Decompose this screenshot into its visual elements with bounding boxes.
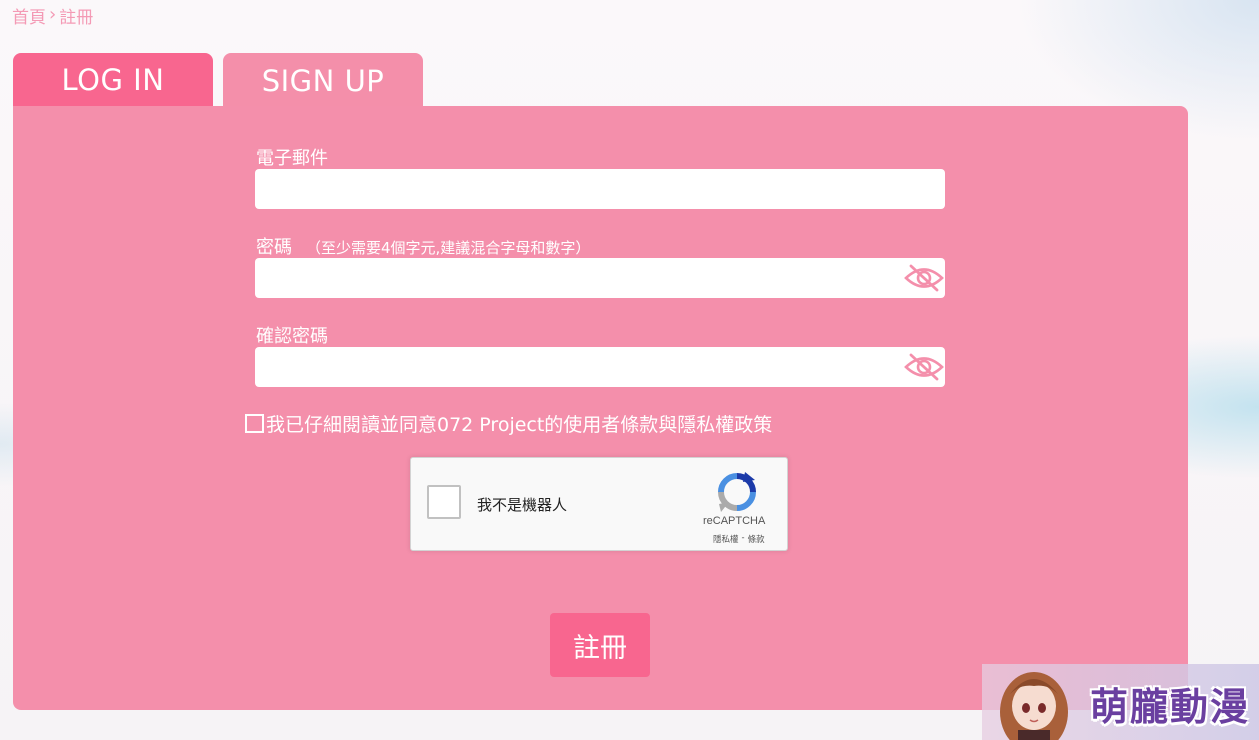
recaptcha-privacy-link[interactable]: 隱私權 bbox=[713, 533, 739, 545]
chevron-right-icon: › bbox=[49, 4, 57, 25]
recaptcha-brand: reCAPTCHA bbox=[703, 515, 766, 527]
register-button[interactable]: 註冊 bbox=[550, 613, 650, 677]
eye-slash-icon[interactable] bbox=[903, 351, 945, 383]
password-field-wrapper bbox=[255, 258, 945, 298]
terms-agreement-text: 我已仔細閱讀並同意072 Project的使用者條款與隱私權政策 bbox=[266, 413, 773, 436]
terms-checkbox[interactable] bbox=[245, 413, 264, 433]
confirm-label-text: 確認密碼 bbox=[256, 326, 328, 347]
password-field[interactable] bbox=[255, 258, 945, 298]
email-label: 電子郵件 bbox=[256, 144, 328, 170]
password-label: 密碼 （至少需要4個字元,建議混合字母和數字） bbox=[256, 233, 590, 259]
site-watermark: 萌朧動漫 bbox=[982, 664, 1259, 740]
confirm-password-label: 確認密碼 bbox=[256, 322, 328, 348]
eye-slash-icon[interactable] bbox=[903, 262, 945, 294]
tab-login[interactable]: LOG IN bbox=[13, 53, 213, 107]
terms-agreement: 我已仔細閱讀並同意072 Project的使用者條款與隱私權政策 bbox=[245, 410, 772, 436]
confirm-password-field[interactable] bbox=[255, 347, 945, 387]
recaptcha-label: 我不是機器人 bbox=[477, 496, 568, 514]
mascot-avatar-icon bbox=[1000, 672, 1068, 740]
recaptcha-links-separator: - bbox=[741, 533, 745, 543]
breadcrumb: 首頁 › 註冊 bbox=[12, 3, 94, 28]
recaptcha-logo-icon bbox=[718, 472, 756, 512]
tab-signup[interactable]: SIGN UP bbox=[223, 53, 423, 109]
recaptcha-links: 隱私權 - 條款 bbox=[713, 533, 765, 545]
confirm-password-field-wrapper bbox=[255, 347, 945, 387]
breadcrumb-current: 註冊 bbox=[59, 7, 94, 28]
password-label-text: 密碼 bbox=[256, 237, 292, 258]
email-field[interactable] bbox=[255, 169, 945, 209]
recaptcha-widget: 我不是機器人 reCAPTCHA 隱私權 - 條款 bbox=[410, 457, 788, 551]
watermark-text: 萌朧動漫 bbox=[1090, 685, 1251, 729]
recaptcha-terms-link[interactable]: 條款 bbox=[748, 533, 765, 545]
email-field-wrapper bbox=[255, 169, 945, 209]
password-hint: （至少需要4個字元,建議混合字母和數字） bbox=[306, 239, 591, 257]
breadcrumb-home-link[interactable]: 首頁 bbox=[12, 3, 46, 28]
email-label-text: 電子郵件 bbox=[256, 148, 328, 169]
recaptcha-checkbox[interactable] bbox=[427, 485, 461, 519]
